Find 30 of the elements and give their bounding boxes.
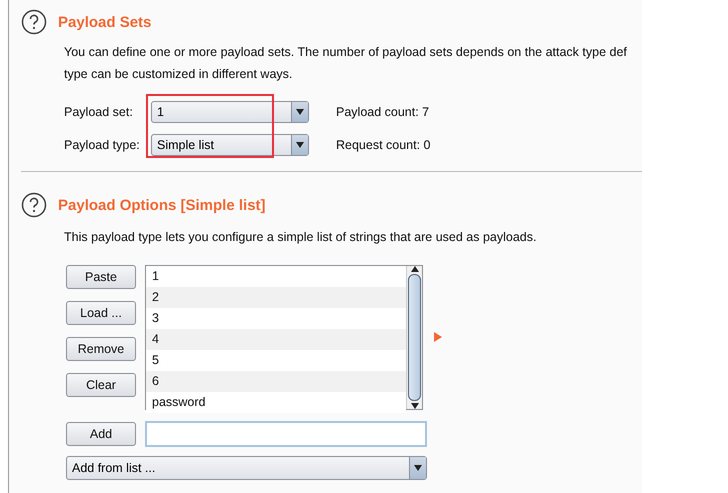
section-description: type can be customized in different ways.: [64, 66, 294, 83]
field-label: Payload set:: [64, 105, 134, 119]
caret-icon: [414, 465, 422, 471]
list-action-button[interactable]: Clear: [66, 373, 136, 397]
section-description: You can define one or more payload sets. The number of payload sets depends on the attack type def: [64, 44, 628, 61]
section-description: This payload type lets you configure a simple list of strings that are used as payloads.: [64, 229, 538, 246]
list-item[interactable]: 2: [146, 287, 406, 308]
scrollbar[interactable]: [406, 266, 422, 409]
scroll-up-icon: [410, 266, 418, 272]
help-icon[interactable]: [21, 192, 47, 218]
expand-arrow-icon[interactable]: [434, 332, 442, 342]
list-action-button[interactable]: Remove: [66, 337, 136, 361]
list-action-button[interactable]: Load ...: [66, 301, 136, 325]
caret-icon: [296, 109, 304, 115]
add-from-list-dropdown[interactable]: Add from list ...: [66, 456, 427, 480]
list-item[interactable]: 4: [146, 329, 406, 350]
field-label: Payload type:: [64, 138, 141, 152]
dropdown[interactable]: Simple list: [151, 134, 309, 156]
section-title: Payload Options [Simple list]: [58, 196, 266, 214]
count-text: Payload count: 7: [336, 105, 430, 119]
add-button[interactable]: Add: [66, 422, 136, 446]
section-title: Payload Sets: [58, 14, 152, 30]
dropdown[interactable]: 1: [151, 101, 309, 123]
list-item[interactable]: 6: [146, 371, 406, 392]
help-icon[interactable]: [21, 9, 47, 35]
list-action-button[interactable]: Paste: [66, 265, 136, 289]
count-text: Request count: 0: [336, 138, 431, 152]
scroll-down-icon: [410, 403, 418, 409]
add-input-field[interactable]: [145, 421, 427, 447]
caret-icon: [296, 142, 304, 148]
